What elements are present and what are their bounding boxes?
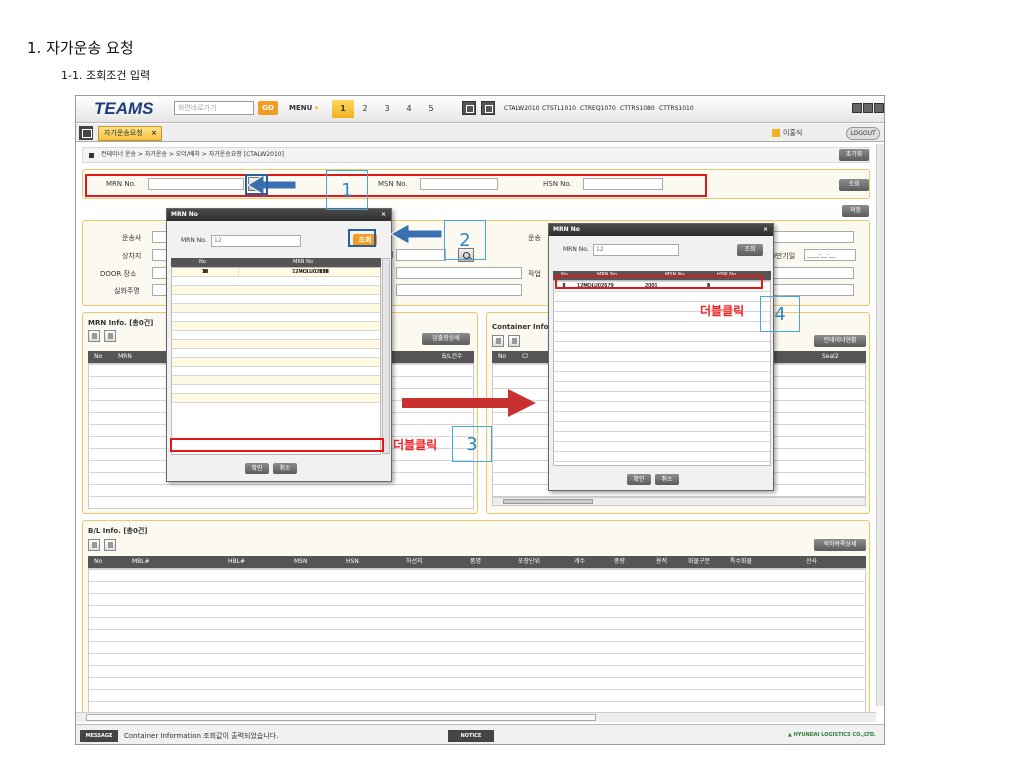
status-message: Container Information 조회값이 출력되었습니다. xyxy=(124,732,279,740)
step-1-label: 1 xyxy=(326,170,368,210)
step-4-label: 4 xyxy=(760,296,800,332)
status-bar: MESSAGE Container Information 조회값이 출력되었습… xyxy=(76,724,884,744)
annotation-overlay xyxy=(170,174,763,452)
double-click-label-3: 더블클릭 xyxy=(393,438,438,452)
doc-title: 1. 자가운송 요청 xyxy=(27,39,134,57)
doc-subtitle: 1-1. 조회조건 입력 xyxy=(61,69,151,82)
highlight-row-15 xyxy=(170,438,384,452)
brand-label: ▲ HYUNDAI LOGISTICS CO.,LTD. xyxy=(788,732,876,738)
arrow-1-icon xyxy=(247,174,297,196)
arrow-2-icon xyxy=(389,223,443,245)
highlight-dlg1-search xyxy=(348,229,376,247)
double-click-label-4: 더블클릭 xyxy=(700,304,745,318)
arrow-3-icon xyxy=(402,389,536,417)
highlight-dlg2-row-1 xyxy=(555,275,763,289)
step-3-label: 3 xyxy=(452,426,492,462)
step-2-label: 2 xyxy=(444,220,486,260)
message-badge: MESSAGE xyxy=(80,730,118,742)
app-window: TEAMS 화면바로가기 GO MENU ▾ 1 2 3 4 5 CTALW20… xyxy=(75,95,885,745)
notice-badge[interactable]: NOTICE xyxy=(448,730,494,742)
